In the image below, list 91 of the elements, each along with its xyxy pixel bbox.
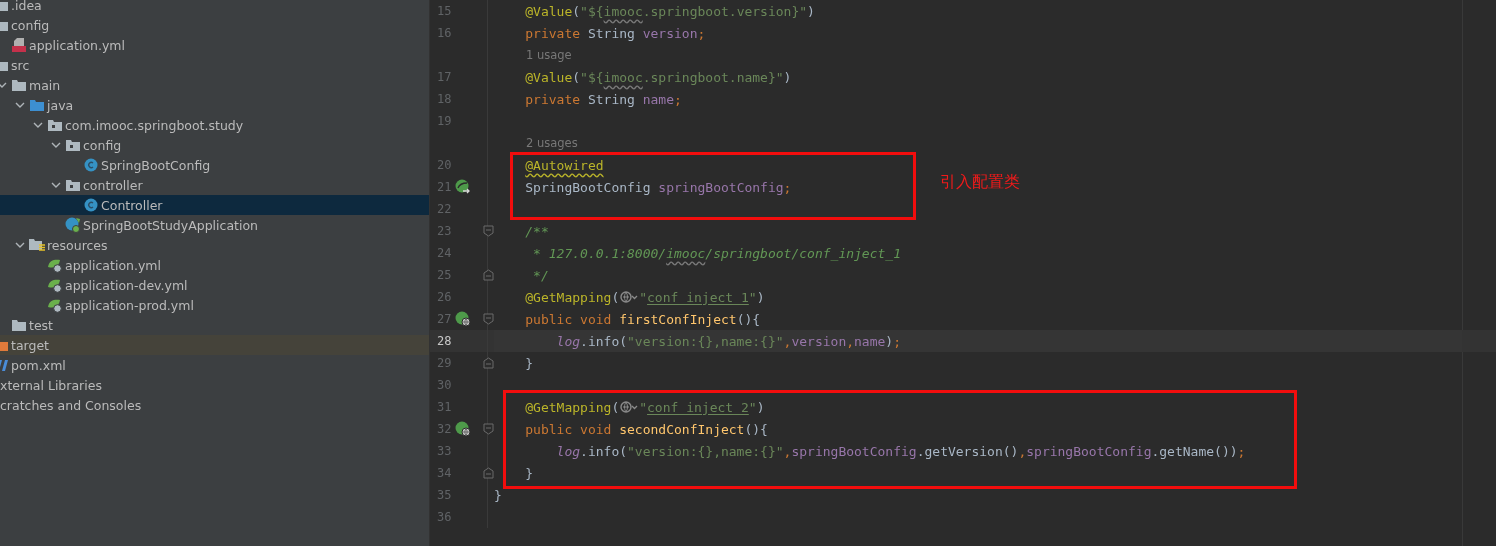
line-number: 15	[437, 4, 453, 18]
folder-icon	[30, 99, 44, 111]
tree-item[interactable]: application-prod.yml	[0, 295, 429, 315]
tree-item[interactable]: config	[0, 135, 429, 155]
line-number: 35	[437, 488, 453, 502]
code-text: @Autowired	[525, 157, 604, 173]
leaf-file-icon	[47, 257, 63, 273]
class-icon	[84, 158, 98, 172]
code-text: SpringBootConfig springBootConfig;	[525, 179, 792, 195]
line-number: 26	[437, 290, 453, 304]
line-number: 25	[437, 268, 453, 282]
line-number: 32	[437, 422, 453, 436]
yaml-file-icon	[11, 37, 27, 53]
tree-item[interactable]: application.yml	[0, 35, 429, 55]
folder-icon	[12, 319, 26, 331]
line-number: 22	[437, 202, 453, 216]
globe-icon[interactable]	[620, 401, 639, 413]
chevron-icon[interactable]	[51, 180, 61, 190]
code-text: }	[525, 355, 534, 371]
endpoint-icon[interactable]	[455, 421, 471, 437]
class-icon	[65, 217, 81, 233]
code-text: @GetMapping(	[525, 399, 620, 415]
line-number: 31	[437, 400, 453, 414]
tree-item[interactable]: Controller	[0, 195, 429, 215]
globe-icon[interactable]	[620, 291, 639, 303]
tree-item[interactable]: target	[0, 335, 429, 355]
tree-item[interactable]: config	[0, 15, 429, 35]
chevron-icon[interactable]	[15, 240, 25, 250]
tree-item[interactable]: SpringBootConfig	[0, 155, 429, 175]
line-number: 20	[437, 158, 453, 172]
line-number: 36	[437, 510, 453, 524]
code-text: private String version;	[525, 25, 706, 41]
tree-item[interactable]: main	[0, 75, 429, 95]
tree-item[interactable]: .idea	[0, 0, 429, 15]
line-number: 18	[437, 92, 453, 106]
line-number: 27	[437, 312, 453, 326]
class-icon	[84, 198, 98, 212]
tree-item[interactable]: src	[0, 55, 429, 75]
tree-item[interactable]: application-dev.yml	[0, 275, 429, 295]
line-number: 21	[437, 180, 453, 194]
code-text: log.info("version:{},name:{}",springBootConfig.getVersion(),springBootConfig.getName());	[556, 443, 1246, 459]
code-text: }	[494, 487, 502, 503]
tree-item[interactable]: java	[0, 95, 429, 115]
code-text: }	[525, 465, 534, 481]
chevron-icon[interactable]	[51, 140, 61, 150]
usage-hint[interactable]: 1 usage	[526, 48, 572, 62]
code-text: "conf_inject_1")	[639, 289, 765, 305]
code-text: /**	[525, 223, 549, 239]
code-text: private String name;	[525, 91, 682, 107]
line-number: 17	[437, 70, 453, 84]
tree-item[interactable]: SpringBootStudyApplication	[0, 215, 429, 235]
code-text: public void secondConfInject(){	[525, 421, 768, 437]
line-number: 34	[437, 466, 453, 480]
line-number: 16	[437, 26, 453, 40]
chevron-icon[interactable]	[0, 80, 7, 90]
line-number: 29	[437, 356, 453, 370]
folder-icon	[12, 79, 26, 91]
code-text: public void firstConfInject(){	[525, 311, 761, 327]
line-number: 24	[437, 246, 453, 260]
code-text: @Value("${imooc.springboot.name}")	[525, 69, 792, 85]
endpoint-icon[interactable]	[455, 311, 471, 327]
tree-item[interactable]: com.imooc.springboot.study	[0, 115, 429, 135]
folder-icon	[29, 238, 45, 252]
tree-item[interactable]: test	[0, 315, 429, 335]
code-text: */	[532, 267, 549, 283]
line-number: 19	[437, 114, 453, 128]
chevron-icon[interactable]	[15, 100, 25, 110]
line-number: 23	[437, 224, 453, 238]
code-text: @GetMapping(	[525, 289, 620, 305]
line-number: 30	[437, 378, 453, 392]
leaf-file-icon	[47, 277, 63, 293]
tree-item[interactable]: cratches and Consoles	[0, 395, 429, 415]
usage-hint[interactable]: 2 usages	[526, 136, 578, 150]
tree-item[interactable]: application.yml	[0, 255, 429, 275]
tree-item[interactable]: xternal Libraries	[0, 375, 429, 395]
bean-icon[interactable]	[455, 179, 471, 195]
code-text: @Value("${imooc.springboot.version}")	[525, 3, 815, 19]
chevron-icon[interactable]	[33, 120, 43, 130]
leaf-file-icon	[47, 297, 63, 313]
code-text: log.info("version:{},name:{}",version,name);	[556, 333, 901, 349]
code-text: * 127.0.0.1:8000/imooc/springboot/conf_inject_1	[532, 245, 901, 261]
code-text: "conf_inject_2")	[639, 399, 765, 415]
tree-item[interactable]: pom.xml	[0, 355, 429, 375]
package-icon	[48, 119, 62, 131]
tree-item[interactable]: resources	[0, 235, 429, 255]
annotation-note: 引入配置类	[940, 172, 1020, 193]
package-icon	[66, 179, 80, 191]
tree-item[interactable]: controller	[0, 175, 429, 195]
line-number: 33	[437, 444, 453, 458]
package-icon	[66, 139, 80, 151]
line-number: 28	[437, 334, 453, 348]
